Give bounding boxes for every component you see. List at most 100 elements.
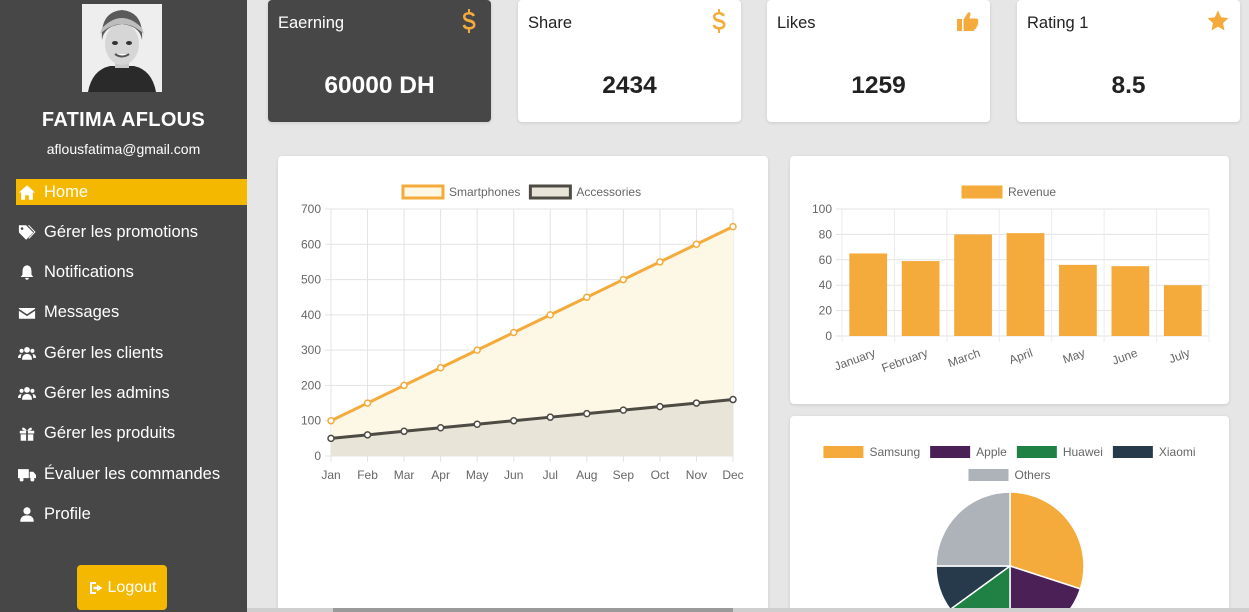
x-tick-label: Dec xyxy=(722,468,743,482)
stat-label: Eaerning xyxy=(278,14,345,32)
truck-icon xyxy=(17,465,37,483)
data-point xyxy=(363,431,372,439)
x-tick-label: March xyxy=(946,346,982,371)
y-tick-label: 600 xyxy=(301,237,321,251)
legend-label: Accessories xyxy=(576,185,641,199)
scrollbar-thumb[interactable] xyxy=(333,608,733,612)
sidebar-item-products[interactable]: Gérer les produits xyxy=(16,421,247,447)
y-tick-label: 80 xyxy=(819,227,833,241)
profile-photo xyxy=(82,4,162,92)
x-tick-label: Jun xyxy=(504,468,523,482)
x-tick-label: June xyxy=(1110,346,1140,368)
x-tick-label: Jul xyxy=(543,468,558,482)
y-tick-label: 100 xyxy=(812,202,832,216)
y-tick-label: 0 xyxy=(825,329,832,343)
legend-swatch xyxy=(961,185,1003,199)
y-tick-label: 20 xyxy=(819,304,833,318)
line-chart-panel: Smartphones Accessories 0 100 200 300 400 500 60… xyxy=(278,156,768,612)
stat-value: 2434 xyxy=(602,72,657,99)
data-point xyxy=(327,416,335,425)
sidebar-menu: Home Gérer les promotions Notifications … xyxy=(16,179,247,542)
sidebar-item-profile[interactable]: Profile xyxy=(16,501,247,527)
bar xyxy=(954,234,992,336)
x-tick-label: May xyxy=(466,468,489,482)
stat-card-likes: Likes 1259 xyxy=(767,0,990,122)
user-name: FATIMA AFLOUS xyxy=(41,109,206,131)
home-icon xyxy=(17,183,37,201)
y-tick-label: 400 xyxy=(301,308,321,322)
y-tick-label: 0 xyxy=(314,449,321,463)
stat-value: 60000 DH xyxy=(324,72,435,99)
data-point xyxy=(583,293,591,301)
sidebar-item-label: Gérer les promotions xyxy=(44,222,199,241)
bar xyxy=(1111,266,1150,336)
envelope-icon xyxy=(17,304,37,322)
y-tick-label: 200 xyxy=(301,378,321,392)
data-point xyxy=(656,402,664,411)
y-tick-label: 100 xyxy=(301,414,321,428)
data-point xyxy=(436,364,445,372)
pie-slice xyxy=(935,491,1011,567)
sidebar-item-label: Gérer les admins xyxy=(44,383,170,402)
stat-label: Likes xyxy=(777,14,816,32)
sidebar-item-notifications[interactable]: Notifications xyxy=(16,260,247,286)
users-icon xyxy=(17,384,37,402)
sidebar-item-clients[interactable]: Gérer les clients xyxy=(16,340,247,366)
stat-card-rating: Rating 1 8.5 xyxy=(1017,0,1240,122)
y-tick-label: 60 xyxy=(819,253,833,267)
data-point xyxy=(400,427,408,436)
x-tick-label: Aug xyxy=(576,468,597,482)
y-tick-label: 500 xyxy=(301,273,321,287)
stat-label: Rating 1 xyxy=(1027,14,1089,32)
legend-swatch xyxy=(823,446,864,458)
sign-out-icon xyxy=(89,581,103,594)
horizontal-scrollbar[interactable] xyxy=(247,608,1249,612)
pie-chart-panel: Samsung Apple Huawei Xiaomi Others xyxy=(790,416,1229,612)
y-tick-label: 40 xyxy=(819,278,833,292)
bar xyxy=(1059,264,1097,336)
sidebar-item-promotions[interactable]: Gérer les promotions xyxy=(16,219,247,245)
data-point xyxy=(546,413,555,421)
data-point xyxy=(729,222,737,231)
legend-label: Huawei xyxy=(1063,445,1103,459)
sidebar-item-label: Gérer les clients xyxy=(44,343,164,362)
x-tick-label: February xyxy=(880,346,930,376)
data-point xyxy=(509,328,518,337)
legend-swatch xyxy=(401,184,445,200)
legend-label: Revenue xyxy=(1008,185,1056,199)
sidebar-item-admins[interactable]: Gérer les admins xyxy=(16,380,247,406)
y-tick-label: 700 xyxy=(301,202,321,216)
data-point xyxy=(509,416,518,425)
logout-button[interactable]: Logout xyxy=(77,565,167,610)
data-point xyxy=(729,395,737,404)
legend-label: Apple xyxy=(976,445,1007,459)
stat-value: 8.5 xyxy=(1111,72,1146,99)
legend-label: Xiaomi xyxy=(1159,445,1196,459)
data-point xyxy=(692,240,701,249)
tags-icon xyxy=(17,223,37,241)
x-tick-label: Nov xyxy=(686,468,707,482)
bar xyxy=(1163,285,1202,336)
stat-card-earning: Eaerning 60000 DH xyxy=(268,0,491,122)
y-tick-label: 300 xyxy=(301,343,321,357)
legend-swatch xyxy=(930,446,971,458)
pie-chart: Samsung Apple Huawei Xiaomi Others xyxy=(823,445,1196,612)
bar-chart: Revenue 0 20 40 60 80 100 January February March A… xyxy=(812,185,1210,376)
x-tick-label: April xyxy=(1007,346,1034,367)
sidebar-item-home[interactable]: Home xyxy=(16,179,247,205)
gift-icon xyxy=(17,425,37,443)
bar xyxy=(849,253,888,336)
sidebar-item-label: Messages xyxy=(44,303,120,322)
stat-label: Share xyxy=(528,14,573,32)
legend-swatch xyxy=(1112,446,1153,458)
data-point xyxy=(327,434,335,443)
dollar-icon xyxy=(458,9,480,33)
bell-icon xyxy=(17,264,37,282)
sidebar: FATIMA AFLOUS aflousfatima@gmail.com Hom… xyxy=(0,0,247,612)
legend-label: Smartphones xyxy=(449,185,520,199)
sidebar-item-orders[interactable]: Évaluer les commandes xyxy=(16,461,247,487)
sidebar-item-messages[interactable]: Messages xyxy=(16,300,247,326)
data-point xyxy=(400,381,408,390)
avatar xyxy=(82,4,162,92)
x-tick-label: July xyxy=(1167,346,1192,366)
